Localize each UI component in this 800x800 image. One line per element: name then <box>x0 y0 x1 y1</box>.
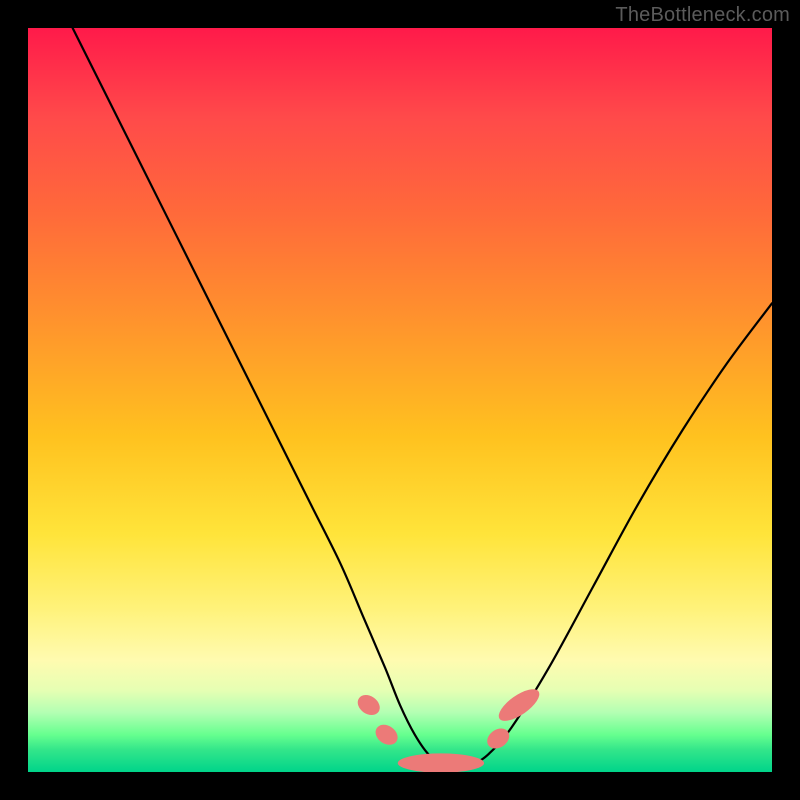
bottleneck-curve-path <box>73 28 772 765</box>
chart-svg <box>28 28 772 772</box>
right-cluster-dot-1 <box>483 724 513 752</box>
chart-markers <box>354 683 544 772</box>
right-cluster-pill <box>494 683 544 726</box>
left-cluster-dot-2 <box>372 721 402 749</box>
chart-frame: TheBottleneck.com <box>0 0 800 800</box>
watermark-text: TheBottleneck.com <box>615 4 790 27</box>
bottom-bar <box>398 753 484 772</box>
chart-plot-area <box>28 28 772 772</box>
left-cluster-dot-1 <box>354 691 384 719</box>
